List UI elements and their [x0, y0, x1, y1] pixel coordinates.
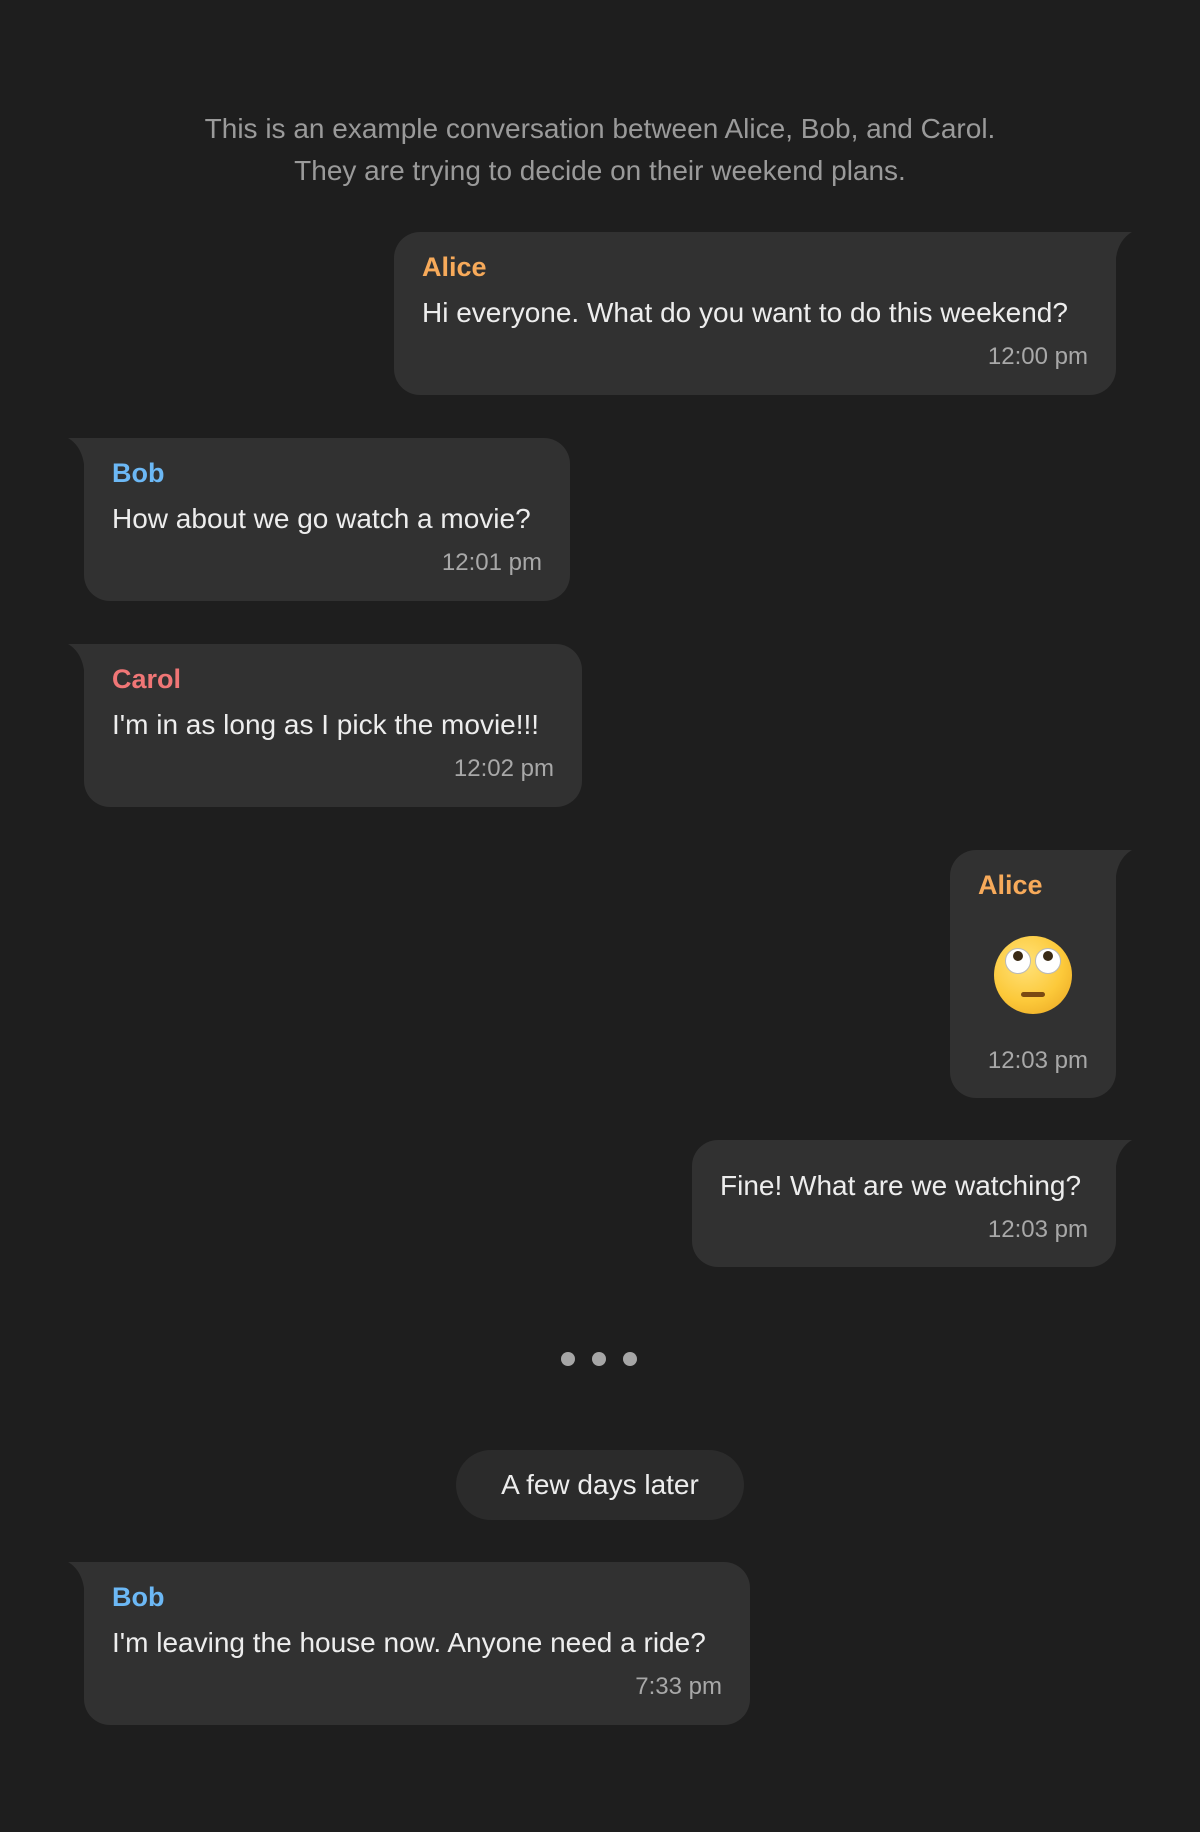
time-divider: A few days later — [456, 1450, 744, 1520]
message-bubble-bob-2[interactable]: Bob I'm leaving the house now. Anyone ne… — [84, 1562, 750, 1725]
message-time: 12:03 pm — [987, 1216, 1088, 1243]
message-text: Fine! What are we watching? — [720, 1170, 1082, 1201]
intro-line-1: This is an example conversation between … — [204, 113, 996, 144]
message-time: 12:01 pm — [441, 549, 542, 576]
message-bubble-alice-emoji[interactable]: Alice 12:03 pm — [950, 850, 1116, 1098]
ellipsis-indicator — [561, 1352, 641, 1366]
message-text: I'm in as long as I pick the movie!!! — [112, 709, 540, 740]
message-time: 12:00 pm — [987, 343, 1088, 370]
message-bubble-carol-1[interactable]: Carol I'm in as long as I pick the movie… — [84, 644, 582, 807]
message-time: 12:03 pm — [987, 1047, 1088, 1074]
sender-name: Bob — [112, 1582, 165, 1612]
sender-name: Alice — [978, 870, 1043, 900]
face-with-rolling-eyes-icon — [994, 936, 1072, 1014]
message-bubble-bob-1[interactable]: Bob How about we go watch a movie? 12:01… — [84, 438, 570, 601]
conversation-intro: This is an example conversation between … — [0, 108, 1200, 192]
message-bubble-alice-1[interactable]: Alice Hi everyone. What do you want to d… — [394, 232, 1116, 395]
message-time: 12:02 pm — [453, 755, 554, 782]
message-text: How about we go watch a movie? — [112, 503, 531, 534]
sender-name: Bob — [112, 458, 165, 488]
ellipsis-dot — [561, 1352, 575, 1366]
ellipsis-dot — [623, 1352, 637, 1366]
sender-name: Carol — [112, 664, 182, 694]
message-text: Hi everyone. What do you want to do this… — [422, 297, 1068, 328]
sender-name: Alice — [422, 252, 487, 282]
message-bubble-alice-2[interactable]: Fine! What are we watching? 12:03 pm — [692, 1140, 1116, 1267]
message-text: I'm leaving the house now. Anyone need a… — [112, 1627, 706, 1658]
intro-line-2: They are trying to decide on their weeke… — [294, 155, 906, 186]
ellipsis-dot — [592, 1352, 606, 1366]
message-time: 7:33 pm — [635, 1673, 722, 1700]
